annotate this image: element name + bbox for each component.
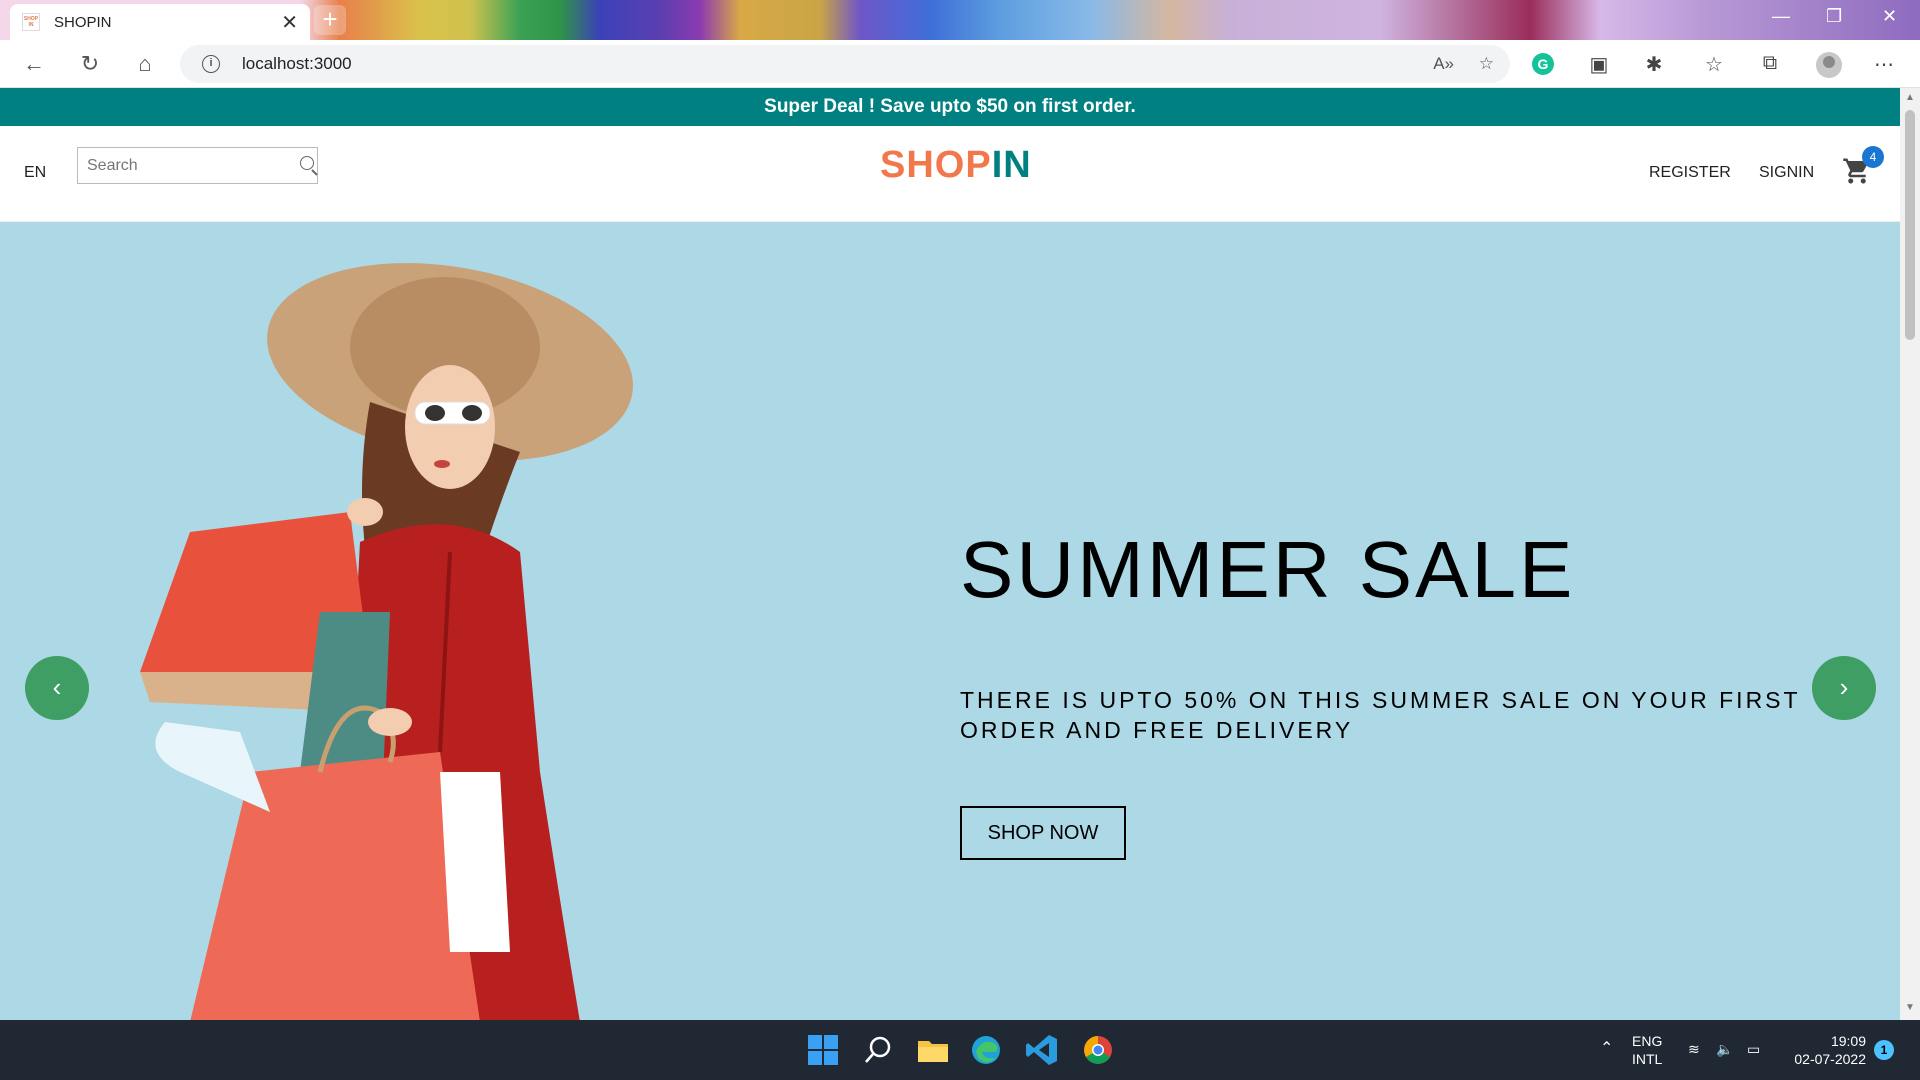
battery-icon[interactable]: ▭ [1747,1040,1760,1058]
hero-title: SUMMER SALE [960,525,1576,614]
close-window-icon[interactable]: ✕ [1882,6,1897,27]
restore-icon[interactable]: ❐ [1826,6,1842,27]
extensions-puzzle-icon[interactable]: ✱ [1640,52,1668,77]
favorites-icon[interactable]: ☆ [1700,52,1728,77]
cart-count-badge: 4 [1862,146,1884,168]
scroll-down-icon[interactable]: ▼ [1905,1002,1915,1013]
scroll-up-icon[interactable]: ▲ [1905,92,1915,103]
hero-description: THERE IS UPTO 50% ON THIS SUMMER SALE ON… [960,687,1801,743]
new-tab-button[interactable]: + [314,5,346,35]
announcement-bar: Super Deal ! Save upto $50 on first orde… [0,88,1900,126]
extension-icon[interactable]: ▣ [1585,52,1613,77]
web-page: Super Deal ! Save upto $50 on first orde… [0,88,1900,1020]
url-field[interactable]: i localhost:3000 A» ☆ [180,45,1510,83]
minimize-icon[interactable]: — [1772,6,1790,27]
hero-slider: SUMMER SALE THERE IS UPTO 50% ON THIS SU… [0,222,1900,1020]
hero-model-image [140,263,633,1020]
read-aloud-icon[interactable]: A» [1433,54,1454,74]
input-language-indicator[interactable]: ENG INTL [1632,1032,1662,1068]
site-navbar: EN SHOPIN REGISTER SIGNIN 4 [0,126,1900,222]
search-input[interactable] [78,149,294,182]
language-selector[interactable]: EN [24,164,46,182]
language-code: ENG [1632,1033,1663,1049]
tab-title: SHOPIN [54,13,112,31]
signin-link[interactable]: SIGNIN [1759,164,1814,182]
chrome-icon[interactable] [1080,1032,1116,1068]
site-logo[interactable]: SHOPIN [880,144,1032,187]
profile-avatar[interactable] [1816,52,1842,78]
vscode-icon[interactable] [1024,1032,1060,1068]
scrollbar-thumb[interactable] [1905,110,1915,340]
keyboard-layout: INTL [1632,1051,1663,1067]
search-icon[interactable] [294,151,317,181]
back-icon[interactable]: ← [20,50,48,78]
next-slide-button[interactable]: › [1812,656,1876,720]
close-tab-icon[interactable]: ✕ [281,10,298,35]
shop-now-button[interactable]: SHOP NOW [960,806,1126,860]
search-taskbar-icon[interactable] [860,1032,896,1068]
more-menu-icon[interactable]: ⋯ [1870,52,1898,77]
address-bar-row: ← ↻ ⌂ i localhost:3000 A» ☆ [0,40,1920,88]
clock[interactable]: 19:09 02-07-2022 [1786,1032,1866,1068]
reload-icon[interactable]: ↻ [76,50,104,78]
logo-shop-text: SHOP [880,144,992,186]
notification-badge[interactable]: 1 [1874,1040,1894,1060]
home-icon[interactable]: ⌂ [131,50,159,78]
site-info-icon[interactable]: i [202,55,220,73]
favicon-icon: SHOP IN [22,13,40,31]
clock-date: 02-07-2022 [1794,1051,1866,1067]
show-hidden-icons[interactable]: ⌃ [1600,1040,1613,1058]
edge-browser-icon[interactable] [968,1032,1004,1068]
grammarly-extension-icon[interactable]: G [1532,53,1554,75]
windows-start-icon[interactable] [805,1032,841,1068]
collections-icon[interactable]: ⧉ [1756,52,1784,75]
clock-time: 19:09 [1830,1033,1866,1049]
windows-taskbar: ⌃ ENG INTL ≋ 🔈 ▭ 19:09 02-07-2022 [0,1020,1920,1080]
register-link[interactable]: REGISTER [1649,164,1731,182]
file-explorer-icon[interactable] [915,1032,951,1068]
wifi-icon[interactable]: ≋ [1688,1040,1700,1058]
logo-in-text: IN [991,144,1032,186]
browser-title-bar: SHOP IN SHOPIN ✕ + — ❐ ✕ [0,0,1920,40]
search-container [77,147,318,184]
page-scrollbar[interactable]: ▲ ▼ [1900,88,1920,1020]
browser-tab[interactable]: SHOP IN SHOPIN ✕ [10,4,310,40]
volume-icon[interactable]: 🔈 [1716,1040,1733,1058]
previous-slide-button[interactable]: ‹ [25,656,89,720]
url-text[interactable]: localhost:3000 [242,54,352,74]
add-favorite-icon[interactable]: ☆ [1479,54,1494,74]
